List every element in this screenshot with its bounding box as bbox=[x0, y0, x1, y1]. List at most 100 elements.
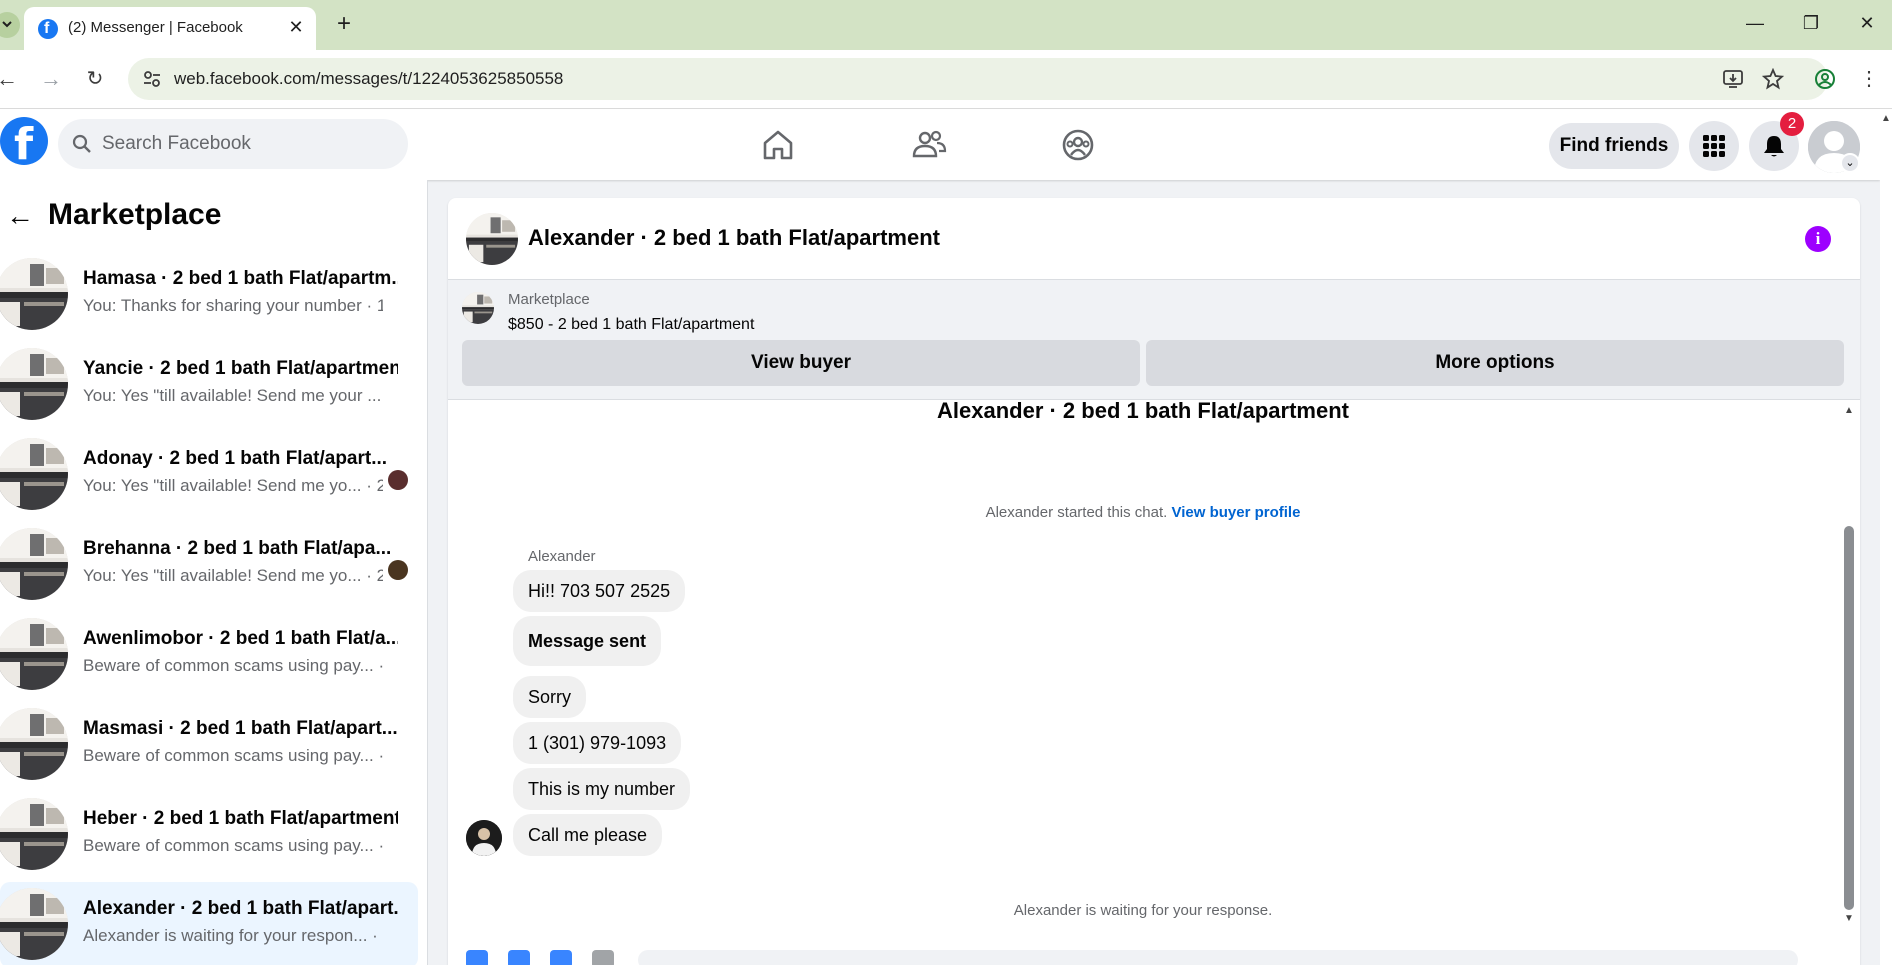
new-tab-button[interactable]: + bbox=[332, 12, 356, 36]
window-minimize-button[interactable]: — bbox=[1744, 12, 1766, 34]
conversation-item[interactable]: Alexander · 2 bed 1 bath Flat/apart... Al… bbox=[0, 882, 418, 965]
groups-icon[interactable] bbox=[1060, 127, 1096, 163]
friends-icon[interactable] bbox=[911, 127, 947, 163]
info-icon[interactable]: i bbox=[1805, 226, 1831, 252]
chat-header: Alexander · 2 bed 1 bath Flat/apartment … bbox=[448, 198, 1860, 280]
facebook-header: f Find friends bbox=[0, 109, 1880, 180]
conversation-time: · 19h bbox=[372, 926, 383, 945]
browser-tab-messenger[interactable]: f (2) Messenger | Facebook ✕ bbox=[24, 7, 316, 50]
facebook-search[interactable] bbox=[58, 119, 408, 169]
conversation-item[interactable]: Yancie · 2 bed 1 bath Flat/apartment You:… bbox=[0, 342, 418, 428]
conversation-item[interactable]: Masmasi · 2 bed 1 bath Flat/apart... Bewa… bbox=[0, 702, 418, 788]
notification-badge: 2 bbox=[1780, 112, 1804, 136]
listing-avatar[interactable] bbox=[466, 213, 518, 265]
apartment-photo-icon bbox=[0, 348, 68, 420]
conversation-preview-text: You: Yes "till available! Send me yo... bbox=[83, 476, 362, 495]
message-bubble[interactable]: Call me please bbox=[513, 814, 663, 856]
conversation-preview: Beware of common scams using pay... · 2h bbox=[83, 836, 383, 856]
reload-icon[interactable]: ↻ bbox=[82, 66, 108, 92]
scroll-up-icon[interactable]: ▲ bbox=[1842, 404, 1856, 418]
apartment-photo-icon bbox=[466, 213, 518, 265]
message-bubble[interactable]: This is my number bbox=[513, 768, 691, 810]
sticker-icon[interactable] bbox=[550, 950, 572, 965]
chat-title[interactable]: Alexander · 2 bed 1 bath Flat/apartment bbox=[528, 225, 940, 251]
message-bubble[interactable]: 1 (301) 979-1093 bbox=[513, 722, 682, 764]
facebook-logo[interactable]: f bbox=[0, 117, 48, 170]
menu-button[interactable] bbox=[1689, 121, 1739, 171]
thread-title: Alexander · 2 bed 1 bath Flat/apartment bbox=[937, 398, 1349, 423]
back-arrow-icon[interactable]: ← bbox=[0, 66, 20, 92]
scroll-down-icon[interactable]: ▼ bbox=[1842, 912, 1856, 926]
chat-scrollbar[interactable]: ▲ ▼ bbox=[1842, 404, 1856, 924]
conversation-name: Heber · 2 bed 1 bath Flat/apartment bbox=[83, 808, 398, 829]
message-bubble[interactable]: Message sent bbox=[513, 616, 662, 666]
conversation-preview-text: You: Thanks for sharing your number bbox=[83, 296, 362, 315]
conversation-item[interactable]: Brehanna · 2 bed 1 bath Flat/apa... You: … bbox=[0, 522, 418, 608]
install-app-icon[interactable] bbox=[1722, 68, 1744, 90]
conversation-preview: You: Yes "till available! Send me yo... … bbox=[83, 476, 383, 496]
url-text[interactable]: web.facebook.com/messages/t/122405362585… bbox=[174, 69, 563, 89]
conversation-preview-text: Beware of common scams using pay... bbox=[83, 656, 374, 675]
bookmark-star-icon[interactable] bbox=[1762, 68, 1784, 90]
conversation-thumbnail bbox=[0, 708, 68, 780]
conversation-item[interactable]: Awenlimobor · 2 bed 1 bath Flat/a... Bewa… bbox=[0, 612, 418, 698]
home-icon[interactable] bbox=[760, 127, 796, 163]
conversation-name: Brehanna · 2 bed 1 bath Flat/apa... bbox=[83, 538, 392, 559]
photo-icon[interactable] bbox=[508, 950, 530, 965]
address-bar[interactable]: web.facebook.com/messages/t/122405362585… bbox=[128, 58, 1828, 100]
account-chevron-icon[interactable]: ⌄ bbox=[1840, 153, 1860, 173]
listing-price-title[interactable]: $850 - 2 bed 1 bath Flat/apartment bbox=[508, 316, 754, 334]
chat-started-text: Alexander started this chat. bbox=[985, 504, 1168, 521]
conversation-thumbnail bbox=[0, 438, 68, 510]
sender-avatar[interactable] bbox=[466, 820, 502, 856]
find-friends-button[interactable]: Find friends bbox=[1549, 123, 1679, 169]
site-settings-icon[interactable] bbox=[142, 69, 162, 89]
conversation-time: · 2h bbox=[378, 836, 383, 855]
conversation-preview-text: You: Yes "till available! Send me yo... bbox=[83, 566, 362, 585]
apartment-photo-icon bbox=[0, 888, 68, 960]
conversation-preview: Beware of common scams using pay... · 2h bbox=[83, 746, 383, 766]
back-arrow-icon[interactable]: ← bbox=[6, 202, 34, 230]
scroll-thumb[interactable] bbox=[1844, 526, 1854, 910]
forward-arrow-icon[interactable]: → bbox=[38, 66, 64, 92]
message-composer bbox=[448, 950, 1860, 965]
conversation-name: Awenlimobor · 2 bed 1 bath Flat/a... bbox=[83, 628, 398, 649]
view-buyer-profile-link[interactable]: View buyer profile bbox=[1172, 504, 1301, 521]
page-scroll-up-icon[interactable]: ▲ bbox=[1881, 113, 1891, 124]
apartment-photo-icon bbox=[0, 708, 68, 780]
conversation-preview-text: Alexander is waiting for your respon... bbox=[83, 926, 368, 945]
conversation-time: · 2h bbox=[378, 746, 383, 765]
search-icon bbox=[72, 134, 91, 153]
browser-tab-strip: f (2) Messenger | Facebook ✕ + — ❐ ✕ bbox=[0, 0, 1892, 50]
conversation-item[interactable]: Hamasa · 2 bed 1 bath Flat/apartm... You:… bbox=[0, 252, 418, 338]
tab-close-icon[interactable]: ✕ bbox=[286, 17, 306, 37]
conversation-item[interactable]: Heber · 2 bed 1 bath Flat/apartment Bewar… bbox=[0, 792, 418, 878]
gif-icon[interactable] bbox=[592, 950, 614, 965]
message-bubble[interactable]: Hi!! 703 507 2525 bbox=[513, 570, 686, 612]
profile-icon[interactable] bbox=[1814, 68, 1836, 90]
browser-menu-icon[interactable]: ⋮ bbox=[1856, 66, 1882, 92]
conversation-name: Adonay · 2 bed 1 bath Flat/apart... bbox=[83, 448, 388, 469]
view-buyer-button[interactable]: View buyer bbox=[462, 340, 1140, 386]
listing-thumbnail[interactable] bbox=[462, 292, 494, 324]
search-input[interactable] bbox=[102, 129, 392, 159]
message-input[interactable] bbox=[638, 950, 1798, 965]
tab-search-button[interactable] bbox=[0, 12, 20, 38]
conversation-item[interactable]: Adonay · 2 bed 1 bath Flat/apart... You: … bbox=[0, 432, 418, 518]
conversation-preview: You: Yes "till available! Send me your .… bbox=[83, 386, 383, 406]
conversation-time: · 1m bbox=[366, 296, 383, 315]
seen-avatar-icon bbox=[388, 560, 408, 580]
more-options-button[interactable]: More options bbox=[1146, 340, 1844, 386]
page-scrollbar[interactable]: ▲ bbox=[1880, 109, 1892, 965]
apartment-photo-icon bbox=[0, 258, 68, 330]
window-restore-button[interactable]: ❐ bbox=[1800, 12, 1822, 34]
conversation-time: · 2h bbox=[378, 656, 383, 675]
add-icon[interactable] bbox=[466, 950, 488, 965]
conversation-preview: Beware of common scams using pay... · 2h bbox=[83, 656, 383, 676]
conversation-thumbnail bbox=[0, 348, 68, 420]
conversation-preview: Alexander is waiting for your respon... … bbox=[83, 926, 383, 946]
listing-category: Marketplace bbox=[508, 291, 590, 308]
message-bubble[interactable]: Sorry bbox=[513, 676, 587, 718]
window-close-button[interactable]: ✕ bbox=[1856, 12, 1878, 34]
marketplace-sidebar: ← Marketplace Hamasa · 2 bed 1 bath Flat… bbox=[0, 180, 428, 965]
